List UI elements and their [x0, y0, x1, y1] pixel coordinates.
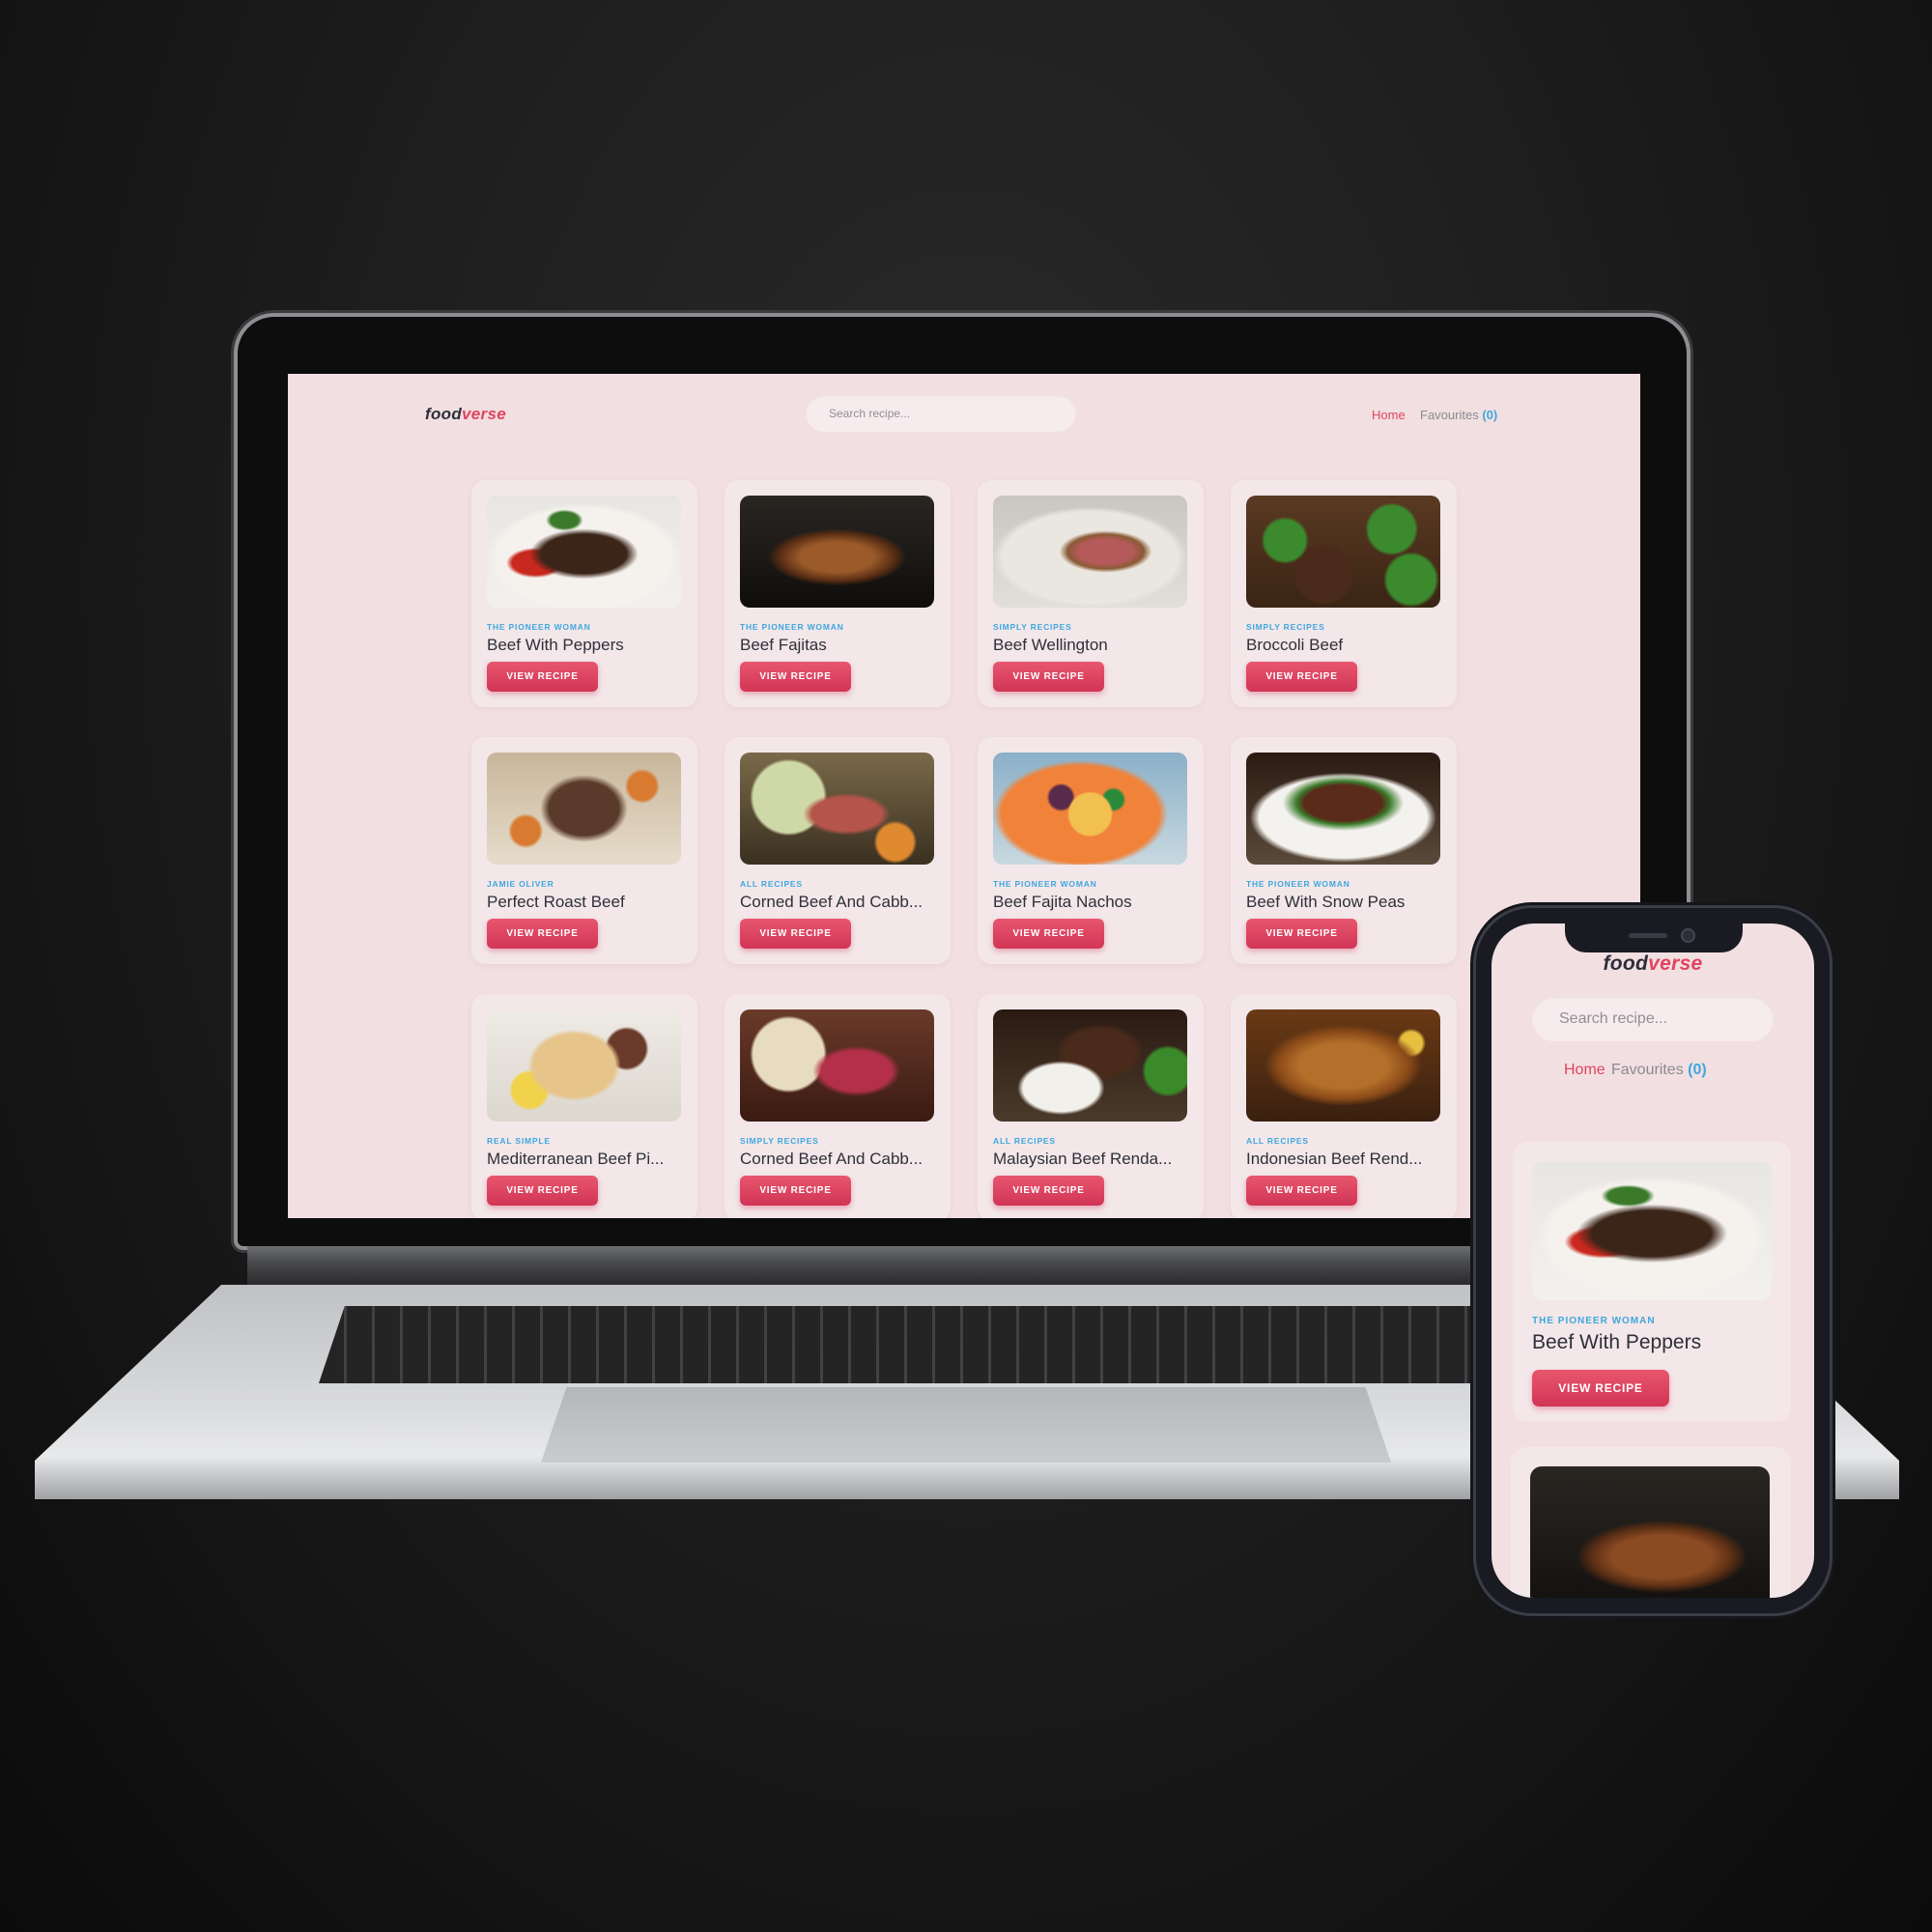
recipe-title: Beef Fajita Nachos	[993, 893, 1132, 911]
beef-fajitas-photo[interactable]	[740, 496, 934, 608]
mobile-recipe-card	[1511, 1447, 1791, 1598]
mobile-favourites-count-badge: (0)	[1688, 1062, 1707, 1078]
snow-peas-photo[interactable]	[1246, 753, 1440, 865]
phone-notch	[1565, 923, 1743, 952]
speaker-icon	[1629, 933, 1667, 938]
mobile-nav-favourites-link[interactable]: Favourites (0)	[1611, 1062, 1707, 1079]
recipe-title: Indonesian Beef Rend...	[1246, 1150, 1423, 1168]
mobile-recipe-title: Beef With Peppers	[1532, 1331, 1702, 1353]
view-recipe-button[interactable]: VIEW RECIPE	[993, 919, 1104, 949]
broccoli-beef-photo[interactable]	[1246, 496, 1440, 608]
laptop-keyboard	[319, 1306, 1613, 1383]
recipe-source: Simply Recipes	[1246, 622, 1325, 632]
mobile-search-placeholder: Search recipe...	[1559, 1010, 1668, 1027]
view-recipe-button[interactable]: VIEW RECIPE	[740, 662, 851, 692]
recipe-card: Real Simple Mediterranean Beef Pi... VIEW …	[471, 994, 697, 1218]
phone-frame: foodverse Search recipe... Home Favourit…	[1476, 908, 1830, 1613]
beef-wellington-photo[interactable]	[993, 496, 1187, 608]
recipe-card: All Recipes Malaysian Beef Renda... VIEW R…	[978, 994, 1204, 1218]
recipe-title: Beef With Snow Peas	[1246, 893, 1406, 911]
camera-icon	[1683, 930, 1693, 941]
recipe-source: The Pioneer Woman	[487, 622, 591, 632]
beef-pita-photo[interactable]	[487, 1009, 681, 1122]
view-recipe-button[interactable]: VIEW RECIPE	[1246, 919, 1357, 949]
logo-verse: verse	[462, 405, 506, 423]
laptop-hinge	[247, 1246, 1677, 1285]
view-recipe-button[interactable]: VIEW RECIPE	[487, 662, 598, 692]
mobile-logo-food: food	[1603, 952, 1649, 975]
recipe-title: Beef Wellington	[993, 636, 1108, 654]
beef-with-peppers-photo[interactable]	[487, 496, 681, 608]
favourites-count-badge: (0)	[1482, 408, 1498, 422]
nav-home-link[interactable]: Home	[1372, 408, 1406, 422]
view-recipe-button[interactable]: VIEW RECIPE	[993, 662, 1104, 692]
recipe-card: All Recipes Indonesian Beef Rend... VIEW R…	[1231, 994, 1457, 1218]
corned-beef-photo[interactable]	[740, 753, 934, 865]
view-recipe-button[interactable]: VIEW RECIPE	[1246, 662, 1357, 692]
recipe-card: Simply Recipes Broccoli Beef VIEW RECIPE	[1231, 480, 1457, 707]
recipe-source: Jamie Oliver	[487, 879, 554, 889]
desktop-screen: foodverse Search recipe... Home Favourit…	[288, 374, 1640, 1218]
recipe-card: Simply Recipes Corned Beef And Cabb... VIE…	[724, 994, 951, 1218]
mobile-nav-home-link[interactable]: Home	[1564, 1062, 1605, 1079]
recipe-card: The Pioneer Woman Beef With Peppers VIEW R…	[471, 480, 697, 707]
beef-fajitas-photo[interactable]	[1530, 1466, 1770, 1598]
fajita-nachos-photo[interactable]	[993, 753, 1187, 865]
nav-favourites-label: Favourites	[1420, 408, 1479, 422]
recipe-title: Beef Fajitas	[740, 636, 827, 654]
recipe-card: All Recipes Corned Beef And Cabb... VIEW R…	[724, 737, 951, 964]
recipe-title: Corned Beef And Cabb...	[740, 1150, 923, 1168]
recipe-source: All Recipes	[740, 879, 803, 889]
search-placeholder: Search recipe...	[829, 407, 911, 420]
recipe-title: Perfect Roast Beef	[487, 893, 625, 911]
recipe-title: Malaysian Beef Renda...	[993, 1150, 1173, 1168]
mobile-recipe-card: The Pioneer Woman Beef With Peppers VIEW…	[1513, 1142, 1791, 1422]
recipe-title: Broccoli Beef	[1246, 636, 1344, 654]
recipe-card: The Pioneer Woman Beef Fajita Nachos VIEW …	[978, 737, 1204, 964]
recipe-title: Corned Beef And Cabb...	[740, 893, 923, 911]
recipe-source: The Pioneer Woman	[1246, 879, 1350, 889]
mobile-screen: foodverse Search recipe... Home Favourit…	[1492, 923, 1814, 1598]
mobile-recipe-source: The Pioneer Woman	[1532, 1316, 1656, 1326]
mobile-search-input[interactable]: Search recipe...	[1532, 997, 1774, 1041]
recipe-title: Mediterranean Beef Pi...	[487, 1150, 665, 1168]
roast-beef-photo[interactable]	[487, 753, 681, 865]
app-logo[interactable]: foodverse	[425, 405, 506, 424]
corned-beef-2-photo[interactable]	[740, 1009, 934, 1122]
recipe-source: All Recipes	[1246, 1136, 1309, 1146]
recipe-card: Simply Recipes Beef Wellington VIEW RECIPE	[978, 480, 1204, 707]
view-recipe-button[interactable]: VIEW RECIPE	[1246, 1176, 1357, 1206]
mobile-nav-favourites-label: Favourites	[1611, 1062, 1684, 1078]
view-recipe-button[interactable]: VIEW RECIPE	[487, 919, 598, 949]
recipe-card: The Pioneer Woman Beef With Snow Peas VIEW…	[1231, 737, 1457, 964]
recipe-source: Real Simple	[487, 1136, 551, 1146]
recipe-grid: The Pioneer Woman Beef With Peppers VIEW R…	[471, 480, 1457, 1218]
recipe-card: The Pioneer Woman Beef Fajitas VIEW RECIPE	[724, 480, 951, 707]
mobile-logo-verse: verse	[1648, 952, 1703, 975]
recipe-source: All Recipes	[993, 1136, 1056, 1146]
mobile-view-recipe-button[interactable]: VIEW RECIPE	[1532, 1370, 1669, 1406]
recipe-source: The Pioneer Woman	[740, 622, 844, 632]
recipe-source: Simply Recipes	[993, 622, 1072, 632]
view-recipe-button[interactable]: VIEW RECIPE	[993, 1176, 1104, 1206]
nav-favourites-link[interactable]: Favourites (0)	[1420, 408, 1497, 422]
search-input[interactable]: Search recipe...	[806, 395, 1076, 432]
recipe-source: The Pioneer Woman	[993, 879, 1097, 889]
recipe-source: Simply Recipes	[740, 1136, 819, 1146]
mobile-app-logo[interactable]: foodverse	[1492, 952, 1814, 976]
malaysian-rendang-photo[interactable]	[993, 1009, 1187, 1122]
indonesian-rendang-photo[interactable]	[1246, 1009, 1440, 1122]
beef-with-peppers-photo[interactable]	[1532, 1161, 1772, 1300]
view-recipe-button[interactable]: VIEW RECIPE	[740, 919, 851, 949]
view-recipe-button[interactable]: VIEW RECIPE	[740, 1176, 851, 1206]
recipe-card: Jamie Oliver Perfect Roast Beef VIEW RECIP…	[471, 737, 697, 964]
view-recipe-button[interactable]: VIEW RECIPE	[487, 1176, 598, 1206]
recipe-title: Beef With Peppers	[487, 636, 624, 654]
laptop-trackpad	[541, 1387, 1391, 1463]
logo-food: food	[425, 405, 463, 423]
